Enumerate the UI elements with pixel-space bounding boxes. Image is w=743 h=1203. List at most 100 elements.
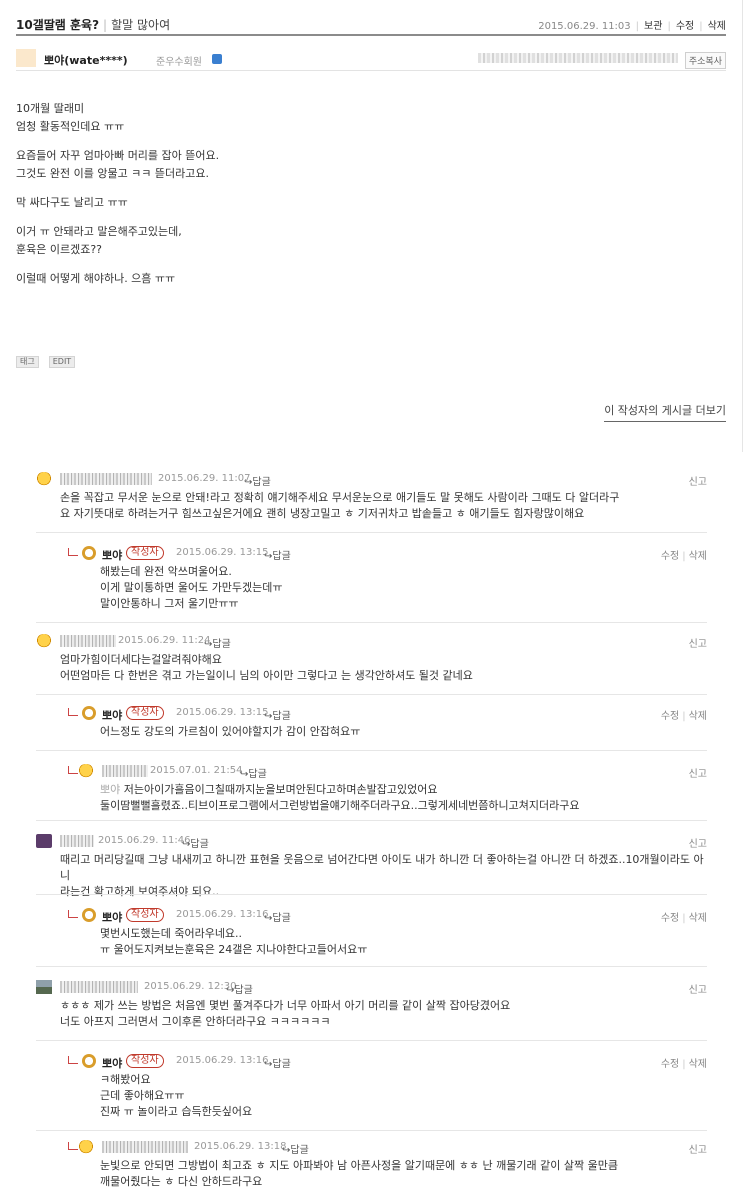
reply-arrow-icon [68,708,78,716]
comment-line: 눈빛으로 안되면 그방법이 최고죠 ㅎ 지도 아파봐야 남 아픈사정을 알기때문… [100,1159,618,1172]
report-button[interactable]: 신고 [689,765,707,780]
post-date: 2015.06.29. 11:03 [538,21,631,32]
comment-date: 2015.06.29. 13:15 [176,547,269,558]
report-button[interactable]: 신고 [689,1141,707,1156]
comment-divider [36,820,707,821]
reply-nickname[interactable]: 뽀야 [102,1055,122,1071]
comment-line: 때리고 머리당길때 그냥 내새끼고 하니깐 표현을 웃음으로 넘어간다면 아이도… [60,853,704,882]
comment-line: 엄마가힘이더세다는걸알려줘야해요 [60,653,222,666]
comment-divider [36,894,707,895]
report-button[interactable]: 신고 [689,635,707,650]
avatar[interactable] [36,980,52,994]
avatar[interactable] [82,706,96,720]
report-button[interactable]: 신고 [689,981,707,996]
comment-divider [36,966,707,967]
edit-button[interactable]: 수정 [661,711,679,722]
comment-divider [36,532,707,533]
avatar[interactable] [78,764,94,778]
reply-button[interactable]: ↪답글 [204,635,231,650]
report-button[interactable]: 신고 [689,473,707,488]
comment-text: 해봤는데 완전 악쓰며울어요. 이게 말이통하면 울어도 가만두겠는데ㅠ 말이안… [100,564,707,612]
tag-edit-button[interactable]: EDIT [48,356,76,368]
reply-arrow-icon [68,766,78,774]
delete-button[interactable]: 삭제 [689,1059,707,1070]
comment-line: 어떤엄마든 다 한번은 겪고 가는일이니 님의 아이만 그렇다고 는 생각안하셔… [60,669,473,682]
comment-line: ㅠ 울어도지켜보는훈육은 24갤은 지나야한다고들어서요ㅠ [100,943,368,956]
reply-button[interactable]: ↪답글 [226,981,253,996]
reply-arrow-icon [68,548,78,556]
reply-button[interactable]: ↪답글 [244,473,271,488]
reply-button[interactable]: ↪답글 [264,1055,291,1070]
tag-button[interactable]: 태그 [16,356,39,368]
reply-button[interactable]: ↪답글 [264,707,291,722]
body-line: 요즘들어 자꾸 엄마아빠 머리를 잡아 뜯어요. [16,149,220,162]
reply-arrow-icon [68,1142,78,1150]
avatar[interactable] [82,546,96,560]
reply-button[interactable]: ↪답글 [182,835,209,850]
comment-text: ㅋ해봤어요 근데 좋아해요ㅠㅠ 진짜 ㅠ 놀이라고 습득한듯싶어요 [100,1072,707,1120]
copy-address-button[interactable]: 주소복사 [684,52,726,69]
inline-nickname[interactable]: 뽀야 [100,783,120,796]
comment-divider [36,1130,707,1131]
edit-button[interactable]: 수정 [661,1059,679,1070]
blurred-nickname[interactable] [102,765,148,777]
delete-button[interactable]: 삭제 [689,711,707,722]
comment-text: 뽀야 저는아이가흘음이그칠때까지눈을보며안된다고하며손발잡고있었어요 둘이땀뻘뻘… [100,782,707,814]
grade-badge-icon [212,54,222,64]
post-title: 10갤딸램 훈육? [16,18,100,32]
reply-nickname[interactable]: 뽀야 [102,707,122,723]
comment-edit-delete: 수정 | 삭제 [660,711,707,722]
comment-text: 몇번시도했는데 죽어라우네요.. ㅠ 울어도지켜보는훈육은 24갤은 지나야한다… [100,926,707,958]
comment-divider [36,750,707,751]
comment-date: 2015.06.29. 13:16 [176,1055,269,1066]
post-header: 10갤딸램 훈육? | 할말 많아여 2015.06.29. 11:03 | 보관 | 수정… [16,12,726,36]
author-name[interactable]: 뽀야(wate****) [44,52,128,68]
avatar[interactable] [36,472,52,486]
edit-button[interactable]: 수정 [661,551,679,562]
comment-divider [36,622,707,623]
reply-button[interactable]: ↪답글 [264,909,291,924]
comment-line: 깨물어줬다는 ㅎ 다신 안하드라구요 [100,1175,263,1188]
comment-edit-delete: 수정 | 삭제 [660,551,707,562]
member-grade: 준우수회원 [156,57,202,68]
comment-line: 어느정도 강도의 가르침이 있어야할지가 감이 안잡혀요ㅠ [100,725,361,738]
avatar[interactable] [82,908,96,922]
blurred-nickname[interactable] [60,981,138,993]
edit-button[interactable]: 수정 [661,913,679,924]
delete-button[interactable]: 삭제 [689,551,707,562]
reply-nickname[interactable]: 뽀야 [102,547,122,563]
reply-button[interactable]: ↪답글 [264,547,291,562]
delete-button[interactable]: 삭제 [708,21,726,32]
writer-badge: 작성자 [126,908,164,922]
blurred-nickname[interactable] [60,835,94,847]
comment-line: 뽀야 저는아이가흘음이그칠때까지눈을보며안된다고하며손발잡고있었어요 [100,782,707,798]
avatar[interactable] [36,834,52,848]
avatar[interactable] [36,634,52,648]
comment-date: 2015.06.29. 11:07 [158,473,251,484]
comment-text: 눈빛으로 안되면 그방법이 최고죠 ㅎ 지도 아파봐야 남 아픈사정을 알기때문… [100,1158,707,1190]
comment-line: 근데 좋아해요ㅠㅠ [100,1089,185,1102]
reply-nickname[interactable]: 뽀야 [102,909,122,925]
edit-button[interactable]: 수정 [676,21,694,32]
avatar[interactable] [16,49,36,67]
blurred-nickname[interactable] [60,635,116,647]
comment-divider [36,694,707,695]
comment-text: ㅎㅎㅎ 제가 쓰는 방법은 처음엔 몇번 풀겨주다가 너무 아파서 아기 머리를… [60,998,707,1030]
more-posts-link[interactable]: 이 작성자의 게시글 더보기 [604,402,726,422]
avatar[interactable] [82,1054,96,1068]
avatar[interactable] [78,1140,94,1154]
reply-button[interactable]: ↪답글 [282,1141,309,1156]
post-category[interactable]: 할말 많아여 [111,18,170,32]
post-meta: 2015.06.29. 11:03 | 보관 | 수정 | 삭제 [538,21,726,32]
comment-text: 때리고 머리당길때 그냥 내새끼고 하니깐 표현을 웃음으로 넘어간다면 아이도… [60,852,707,900]
comment-line: 이게 말이통하면 울어도 가만두겠는데ㅠ [100,581,283,594]
writer-badge: 작성자 [126,546,164,560]
delete-button[interactable]: 삭제 [689,913,707,924]
reply-button[interactable]: ↪답글 [240,765,267,780]
comment-text: 손을 꼭잡고 무서운 눈으로 안돼!라고 정확히 얘기해주세요 무서운눈으로 애… [60,490,707,522]
blurred-nickname[interactable] [60,473,152,485]
body-line: 이럴때 어떻게 해야하나. 으흠 ㅠㅠ [16,272,176,285]
report-button[interactable]: 신고 [689,835,707,850]
archive-button[interactable]: 보관 [644,21,662,32]
blurred-nickname[interactable] [102,1141,188,1153]
